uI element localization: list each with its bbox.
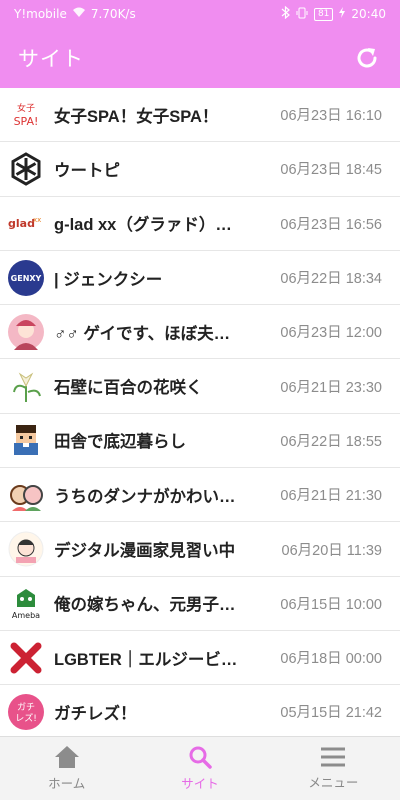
list-item[interactable]: 石壁に百合の花咲く 06月21日 23:30: [0, 359, 400, 414]
site-date: 06月18日 00:00: [280, 651, 382, 668]
site-name: g-lad xx（グラァド）…: [54, 216, 232, 235]
site-name: 俺の嫁ちゃん、元男子…: [54, 596, 236, 615]
list-item[interactable]: 田舎で底辺暮らし 06月22日 18:55: [0, 414, 400, 469]
status-bar: Y!mobile 7.70K/s 81 20:40: [0, 0, 400, 28]
site-date: 06月15日 10:00: [280, 596, 382, 613]
svg-text:レズ!: レズ!: [15, 712, 37, 724]
nav-home-label: ホーム: [48, 776, 86, 791]
ameba-logo: Ameba: [8, 585, 44, 621]
list-item[interactable]: Ameba 俺の嫁ちゃん、元男子… 06月15日 10:00: [0, 577, 400, 631]
lily-icon: [8, 368, 44, 404]
snowflake-icon: [8, 151, 44, 187]
vibrate-icon: [296, 7, 308, 22]
nav-site[interactable]: サイト: [133, 737, 266, 800]
list-item[interactable]: LGBTER｜エルジービ… 06月18日 00:00: [0, 631, 400, 686]
search-icon: [189, 746, 212, 769]
page-title: サイト: [18, 47, 84, 71]
network-speed: 7.70K/s: [90, 7, 136, 21]
svg-text:Ameba: Ameba: [12, 611, 40, 620]
site-name: LGBTER｜エルジービ…: [54, 650, 238, 669]
list-item[interactable]: ♂♂ ゲイです、ほぼ夫… 06月23日 12:00: [0, 305, 400, 360]
home-icon: [54, 746, 79, 768]
svg-text:xx: xx: [33, 216, 41, 224]
site-name: ガチレズ！: [54, 704, 137, 723]
site-list: 女子 SPA! 女子SPA！女子SPA！ 06月23日 16:10 ウートピ 06…: [0, 88, 400, 736]
site-date: 06月23日 16:10: [280, 108, 382, 125]
clock: 20:40: [351, 7, 386, 21]
svg-text:SPA!: SPA!: [14, 115, 39, 128]
wifi-icon: [72, 7, 86, 21]
charging-icon: [339, 7, 346, 21]
site-name: ♂♂ ゲイです、ほぼ夫…: [54, 324, 231, 343]
site-name: | ジェンクシー: [54, 270, 163, 289]
site-date: 06月23日 18:45: [280, 162, 382, 179]
bottom-navigation: ホーム サイト メニュー: [0, 736, 400, 800]
nav-menu[interactable]: メニュー: [267, 737, 400, 800]
site-date: 06月23日 12:00: [280, 325, 382, 342]
nav-site-label: サイト: [181, 776, 219, 791]
list-item[interactable]: ウートピ 06月23日 18:45: [0, 142, 400, 197]
site-name: デジタル漫画家見習い中: [54, 542, 236, 561]
list-item[interactable]: 女子 SPA! 女子SPA！女子SPA！ 06月23日 16:10: [0, 88, 400, 143]
avatar: [8, 313, 44, 350]
refresh-button[interactable]: [352, 43, 382, 73]
list-item[interactable]: GENXY | ジェンクシー 06月22日 18:34: [0, 251, 400, 306]
list-item[interactable]: デジタル漫画家見習い中 06月20日 11:39: [0, 522, 400, 577]
site-date: 06月22日 18:34: [280, 271, 382, 288]
gachilez-logo: ガチ レズ!: [8, 693, 44, 730]
site-thumbnail-joshispa: 女子 SPA!: [8, 96, 44, 133]
svg-text:ガチ: ガチ: [17, 702, 35, 713]
nav-home[interactable]: ホーム: [0, 737, 133, 800]
svg-text:glad: glad: [8, 217, 35, 230]
list-item[interactable]: うちのダンナがかわい… 06月21日 21:30: [0, 468, 400, 523]
app-bar: サイト: [0, 28, 400, 88]
site-name: 女子SPA！女子SPA！: [54, 107, 219, 126]
glad-logo: glad xx: [8, 205, 44, 241]
site-date: 06月21日 23:30: [280, 379, 382, 396]
site-date: 06月21日 21:30: [280, 488, 382, 505]
carrier-label: Y!mobile: [14, 7, 67, 21]
list-item[interactable]: glad xx g-lad xx（グラァド）… 06月23日 16:56: [0, 197, 400, 251]
site-name: うちのダンナがかわい…: [54, 487, 236, 506]
bluetooth-icon: [281, 5, 290, 22]
svg-text:GENXY: GENXY: [11, 274, 42, 283]
site-name: 石壁に百合の花咲く: [54, 379, 203, 398]
list-item[interactable]: ガチ レズ! ガチレズ！ 05月15日 21:42: [0, 685, 400, 736]
genxy-logo: GENXY: [8, 259, 44, 296]
pixel-character-icon: [8, 422, 44, 458]
site-date: 06月23日 16:56: [280, 216, 382, 233]
svg-text:女子: 女子: [17, 102, 35, 114]
cross-icon: [8, 640, 44, 676]
battery-icon: 81: [313, 7, 334, 21]
site-name: ウートピ: [54, 161, 120, 180]
site-name: 田舎で底辺暮らし: [54, 433, 186, 452]
avatar: [8, 531, 44, 567]
nav-menu-label: メニュー: [308, 775, 359, 790]
menu-icon: [321, 747, 346, 767]
avatar: [8, 476, 44, 513]
refresh-icon: [357, 48, 377, 68]
site-date: 06月20日 11:39: [281, 542, 383, 559]
site-date: 05月15日 21:42: [280, 705, 382, 722]
site-date: 06月22日 18:55: [280, 433, 382, 450]
